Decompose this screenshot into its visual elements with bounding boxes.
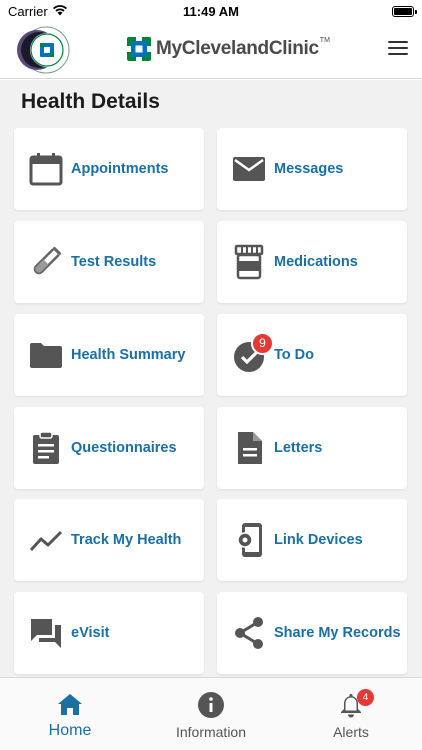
clipboard-icon	[33, 431, 59, 464]
brand-logo: MyClevelandClinic TM	[127, 34, 330, 64]
pill-bottle-icon	[234, 244, 264, 280]
cleveland-clinic-mark-icon	[127, 37, 151, 61]
test-results-tile[interactable]: Test Results	[14, 221, 204, 303]
tab-information-label: Information	[175, 724, 247, 740]
tab-alerts[interactable]: 4 Alerts	[281, 678, 421, 750]
brand-name: MyClevelandClinic	[156, 38, 319, 59]
app-header: MyClevelandClinic TM	[0, 24, 422, 79]
track-my-health-tile[interactable]: Track My Health	[14, 499, 204, 581]
battery-icon	[392, 6, 414, 17]
messages-tile[interactable]: Messages	[217, 128, 407, 210]
track-my-health-label: Track My Health	[71, 532, 182, 548]
to-do-label: To Do	[274, 347, 314, 363]
test-tube-icon	[33, 246, 62, 275]
page-title: Health Details	[21, 90, 160, 113]
questionnaires-label: Questionnaires	[71, 440, 177, 456]
trend-line-icon	[29, 530, 63, 552]
medications-label: Medications	[274, 254, 358, 270]
share-icon	[235, 617, 263, 649]
tab-alerts-label: Alerts	[333, 724, 369, 740]
questionnaires-tile[interactable]: Questionnaires	[14, 407, 204, 489]
folder-icon	[30, 343, 62, 368]
link-devices-tile[interactable]: Link Devices	[217, 499, 407, 581]
medications-tile[interactable]: Medications	[217, 221, 407, 303]
letters-tile[interactable]: Letters	[217, 407, 407, 489]
share-my-records-tile[interactable]: Share My Records	[217, 592, 407, 674]
tab-home-label: Home	[48, 722, 92, 739]
health-summary-label: Health Summary	[71, 347, 186, 363]
cleveland-clinic-logo-icon[interactable]	[13, 26, 77, 74]
evisit-label: eVisit	[71, 625, 110, 641]
tab-home[interactable]: Home	[0, 678, 140, 750]
calendar-icon	[29, 153, 63, 186]
hamburger-menu-icon[interactable]	[388, 41, 408, 57]
evisit-tile[interactable]: eVisit	[14, 592, 204, 674]
link-devices-label: Link Devices	[274, 532, 363, 548]
envelope-icon	[233, 157, 265, 181]
to-do-tile[interactable]: 9 To Do	[217, 314, 407, 396]
tab-bar: Home Information 4 Alerts	[0, 677, 422, 750]
status-bar: Carrier 11:49 AM	[0, 0, 422, 24]
device-settings-icon	[237, 523, 262, 557]
document-icon	[238, 432, 262, 464]
test-results-label: Test Results	[71, 254, 157, 270]
chat-bubbles-icon	[31, 619, 61, 648]
battery-tip	[415, 10, 417, 14]
share-my-records-label: Share My Records	[274, 625, 401, 641]
brand-trademark: TM	[319, 36, 330, 44]
appointments-tile[interactable]: Appointments	[14, 128, 204, 210]
info-icon	[198, 692, 224, 718]
health-summary-tile[interactable]: Health Summary	[14, 314, 204, 396]
letters-label: Letters	[274, 440, 323, 456]
messages-label: Messages	[274, 161, 344, 177]
to-do-badge: 9	[251, 332, 274, 355]
status-time: 11:49 AM	[183, 4, 239, 19]
tab-information[interactable]: Information	[141, 678, 281, 750]
home-icon	[58, 694, 82, 715]
appointments-label: Appointments	[71, 161, 169, 177]
main-content: Health Details Appointments Messages Tes…	[0, 80, 422, 677]
alerts-badge: 4	[357, 689, 374, 706]
